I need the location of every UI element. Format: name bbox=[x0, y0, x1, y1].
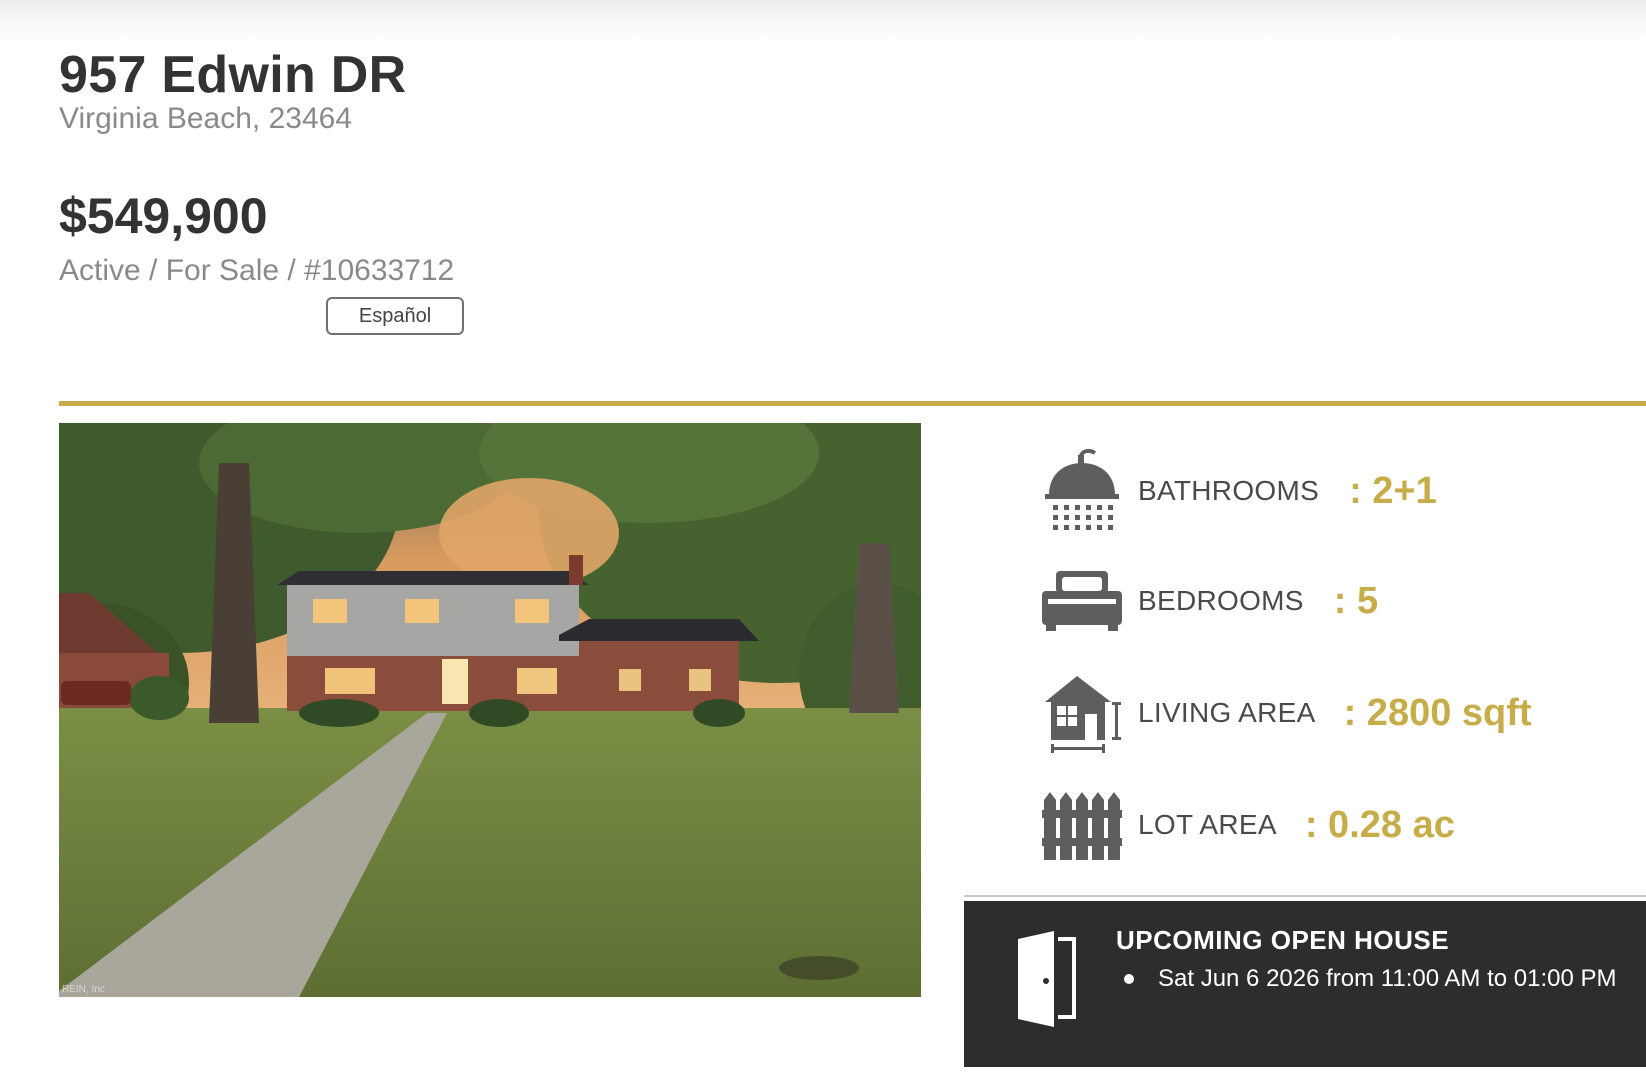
bedrooms-value: : 5 bbox=[1333, 579, 1379, 622]
fact-lot-area: LOT AREA : 0.28 ac bbox=[1040, 780, 1640, 870]
bed-icon bbox=[1040, 556, 1124, 646]
listing-price: $549,900 bbox=[59, 188, 268, 244]
open-house-list: Sat Jun 6 2026 from 11:00 AM to 01:00 PM bbox=[1124, 965, 1617, 993]
listing-status: Active / For Sale / #10633712 bbox=[59, 254, 455, 287]
espanol-button[interactable]: Español bbox=[326, 297, 464, 335]
property-photo[interactable]: REIN, Inc bbox=[59, 423, 921, 997]
fact-bathrooms: BATHROOMS : 2+1 bbox=[1040, 446, 1640, 536]
top-shadow bbox=[0, 0, 1646, 44]
listing-header: 957 Edwin DR Virginia Beach, 23464 bbox=[59, 44, 479, 136]
lot-area-value: : 0.28 ac bbox=[1304, 803, 1455, 846]
fact-bedrooms: BEDROOMS : 5 bbox=[1040, 556, 1640, 646]
open-house-title: UPCOMING OPEN HOUSE bbox=[1116, 925, 1450, 955]
open-house-divider bbox=[964, 895, 1646, 897]
living-area-value: : 2800 sqft bbox=[1343, 691, 1532, 734]
bathrooms-label: BATHROOMS bbox=[1138, 475, 1320, 506]
house-photo-illustration bbox=[59, 423, 921, 997]
street-address: 957 Edwin DR bbox=[59, 46, 407, 104]
open-house-time: Sat Jun 6 2026 from 11:00 AM to 01:00 PM bbox=[1158, 965, 1617, 992]
city-zip: Virginia Beach, 23464 bbox=[59, 102, 352, 135]
house-area-icon bbox=[1040, 668, 1124, 758]
bathrooms-value: : 2+1 bbox=[1349, 469, 1437, 512]
photo-watermark: REIN, Inc bbox=[62, 984, 105, 995]
open-house-panel: UPCOMING OPEN HOUSE Sat Jun 6 2026 from … bbox=[964, 901, 1646, 1067]
lot-area-label: LOT AREA bbox=[1138, 809, 1277, 840]
living-area-label: LIVING AREA bbox=[1138, 697, 1316, 728]
fact-living-area: LIVING AREA : 2800 sqft bbox=[1040, 668, 1640, 758]
section-divider bbox=[59, 401, 1646, 406]
open-house-item: Sat Jun 6 2026 from 11:00 AM to 01:00 PM bbox=[1124, 965, 1617, 993]
fence-icon bbox=[1040, 780, 1124, 870]
shower-icon bbox=[1040, 446, 1124, 536]
bedrooms-label: BEDROOMS bbox=[1138, 585, 1304, 616]
bullet-icon bbox=[1124, 974, 1134, 984]
door-icon bbox=[1014, 929, 1076, 1034]
